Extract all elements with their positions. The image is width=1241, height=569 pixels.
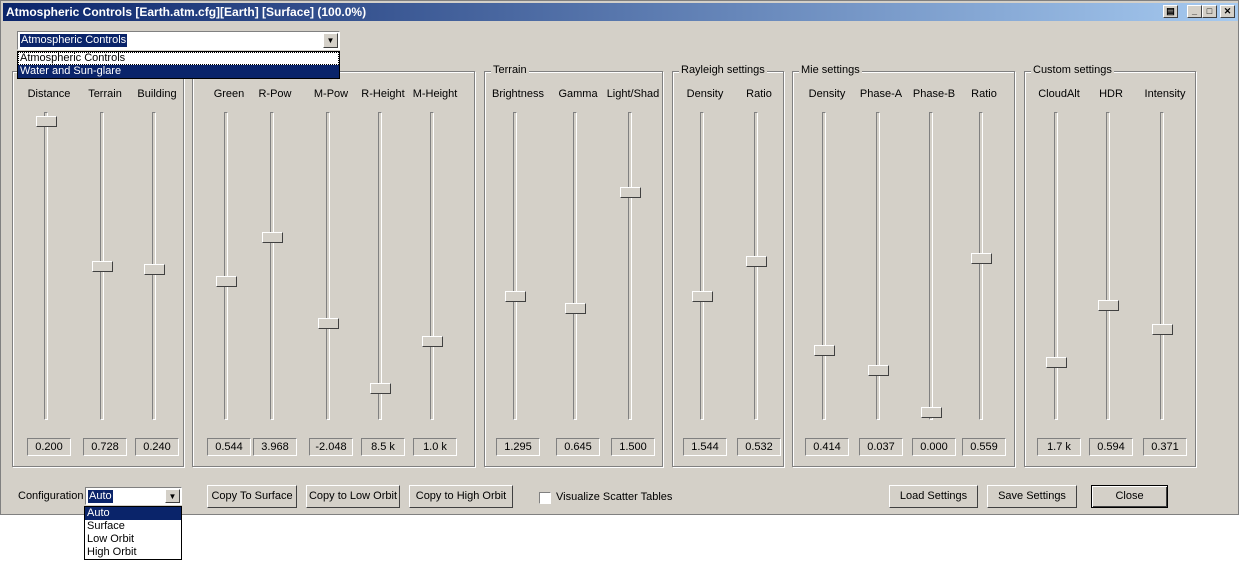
slider-thumb[interactable] bbox=[921, 407, 942, 418]
slider-thumb[interactable] bbox=[318, 317, 339, 329]
slider-thumb[interactable] bbox=[1098, 300, 1119, 312]
configuration-selected: Auto bbox=[88, 490, 113, 503]
slider-thumb[interactable] bbox=[868, 365, 889, 377]
slider-label: Ratio bbox=[746, 88, 772, 100]
slider-thumb[interactable] bbox=[692, 291, 713, 303]
slider-value: 0.037 bbox=[859, 438, 903, 456]
mode-combo[interactable]: Atmospheric Controls ▼ bbox=[17, 31, 340, 50]
configuration-option[interactable]: Low Orbit bbox=[85, 533, 181, 546]
chevron-down-icon[interactable]: ▼ bbox=[165, 489, 180, 503]
slider-label: Light/Shad bbox=[606, 88, 660, 100]
slider-thumb[interactable] bbox=[1152, 323, 1173, 335]
chevron-down-icon[interactable]: ▼ bbox=[323, 33, 338, 48]
copy-to-surface-button[interactable]: Copy To Surface bbox=[207, 485, 297, 508]
slider-thumb[interactable] bbox=[216, 276, 237, 288]
copy-to-high-orbit-button[interactable]: Copy to High Orbit bbox=[409, 485, 513, 508]
slider-value: 0.532 bbox=[737, 438, 781, 456]
configuration-dropdown-list: Auto Surface Low Orbit High Orbit bbox=[84, 506, 182, 560]
mode-selected: Atmospheric Controls bbox=[20, 34, 128, 47]
group-title: Custom settings bbox=[1031, 64, 1114, 76]
slider-value: 0.240 bbox=[135, 438, 179, 456]
slider-value: 1.500 bbox=[611, 438, 655, 456]
visualize-scatter-checkbox[interactable] bbox=[539, 492, 551, 504]
group-title: Terrain bbox=[491, 64, 529, 76]
mode-option[interactable]: Atmospheric Controls bbox=[18, 52, 339, 65]
slider-value: 0.559 bbox=[962, 438, 1006, 456]
slider-thumb[interactable] bbox=[620, 187, 641, 199]
settings-group: Custom settings bbox=[1024, 64, 1196, 467]
slider-track[interactable] bbox=[979, 112, 983, 420]
slider-thumb[interactable] bbox=[262, 231, 283, 243]
slider-track[interactable] bbox=[1106, 112, 1110, 420]
close-button[interactable]: Close bbox=[1091, 485, 1168, 508]
slider-value: 0.544 bbox=[207, 438, 251, 456]
slider-thumb[interactable] bbox=[1046, 356, 1067, 368]
visualize-scatter-label: Visualize Scatter Tables bbox=[556, 491, 673, 503]
slider-value: 3.968 bbox=[253, 438, 297, 456]
slider-track[interactable] bbox=[628, 112, 632, 420]
configuration-option[interactable]: Auto bbox=[85, 507, 181, 520]
slider-thumb[interactable] bbox=[565, 303, 586, 315]
configuration-option[interactable]: High Orbit bbox=[85, 546, 181, 559]
window-title: Atmospheric Controls [Earth.atm.cfg][Ear… bbox=[6, 5, 367, 19]
configuration-label: Configuration bbox=[18, 490, 84, 502]
slider-value: 0.728 bbox=[83, 438, 127, 456]
slider-thumb[interactable] bbox=[505, 291, 526, 303]
copy-to-low-orbit-button[interactable]: Copy to Low Orbit bbox=[306, 485, 400, 508]
slider-thumb[interactable] bbox=[36, 115, 57, 127]
slider-thumb[interactable] bbox=[746, 255, 767, 267]
close-icon[interactable]: ✕ bbox=[1220, 5, 1235, 18]
slider-value: 1.295 bbox=[496, 438, 540, 456]
slider-value: 1.544 bbox=[683, 438, 727, 456]
settings-group: Rayleigh settings bbox=[672, 64, 784, 467]
group-title: Mie settings bbox=[799, 64, 862, 76]
slider-thumb[interactable] bbox=[814, 344, 835, 356]
slider-thumb[interactable] bbox=[92, 261, 113, 273]
slider-value: 1.0 k bbox=[413, 438, 457, 456]
slider-track[interactable] bbox=[430, 112, 434, 420]
slider-value: 1.7 k bbox=[1037, 438, 1081, 456]
slider-value: 0.371 bbox=[1143, 438, 1187, 456]
slider-track[interactable] bbox=[822, 112, 826, 420]
slider-track[interactable] bbox=[929, 112, 933, 420]
slider-track[interactable] bbox=[270, 112, 274, 420]
slider-track[interactable] bbox=[326, 112, 330, 420]
slider-label: Ratio bbox=[971, 88, 997, 100]
slider-track[interactable] bbox=[513, 112, 517, 420]
slider-value: 0.594 bbox=[1089, 438, 1133, 456]
slider-value: 0.645 bbox=[556, 438, 600, 456]
maximize-button[interactable]: □ bbox=[1202, 5, 1217, 18]
slider-track[interactable] bbox=[1160, 112, 1164, 420]
slider-track[interactable] bbox=[700, 112, 704, 420]
slider-track[interactable] bbox=[224, 112, 228, 420]
restore-icon[interactable]: ▤ bbox=[1163, 5, 1178, 18]
slider-value: 0.000 bbox=[912, 438, 956, 456]
mode-dropdown-list: Atmospheric Controls Water and Sun-glare bbox=[17, 51, 340, 79]
save-settings-button[interactable]: Save Settings bbox=[987, 485, 1077, 508]
slider-thumb[interactable] bbox=[370, 383, 391, 395]
slider-value: 8.5 k bbox=[361, 438, 405, 456]
configuration-combo[interactable]: Auto ▼ bbox=[85, 487, 182, 505]
slider-value: 0.414 bbox=[805, 438, 849, 456]
slider-track[interactable] bbox=[573, 112, 577, 420]
mode-option[interactable]: Water and Sun-glare bbox=[18, 65, 339, 78]
minimize-button[interactable]: _ bbox=[1187, 5, 1202, 18]
slider-value: -2.048 bbox=[309, 438, 353, 456]
slider-thumb[interactable] bbox=[144, 264, 165, 276]
slider-thumb[interactable] bbox=[971, 252, 992, 264]
slider-label: Building bbox=[137, 88, 177, 100]
slider-track[interactable] bbox=[378, 112, 382, 420]
title-bar: Atmospheric Controls [Earth.atm.cfg][Ear… bbox=[3, 3, 1238, 21]
slider-track[interactable] bbox=[1054, 112, 1058, 420]
slider-label: Intensity bbox=[1144, 88, 1186, 100]
slider-label: M-Height bbox=[412, 88, 458, 100]
slider-thumb[interactable] bbox=[422, 335, 443, 347]
group-title: Rayleigh settings bbox=[679, 64, 767, 76]
configuration-option[interactable]: Surface bbox=[85, 520, 181, 533]
load-settings-button[interactable]: Load Settings bbox=[889, 485, 978, 508]
slider-value: 0.200 bbox=[27, 438, 71, 456]
slider-track[interactable] bbox=[44, 112, 48, 420]
